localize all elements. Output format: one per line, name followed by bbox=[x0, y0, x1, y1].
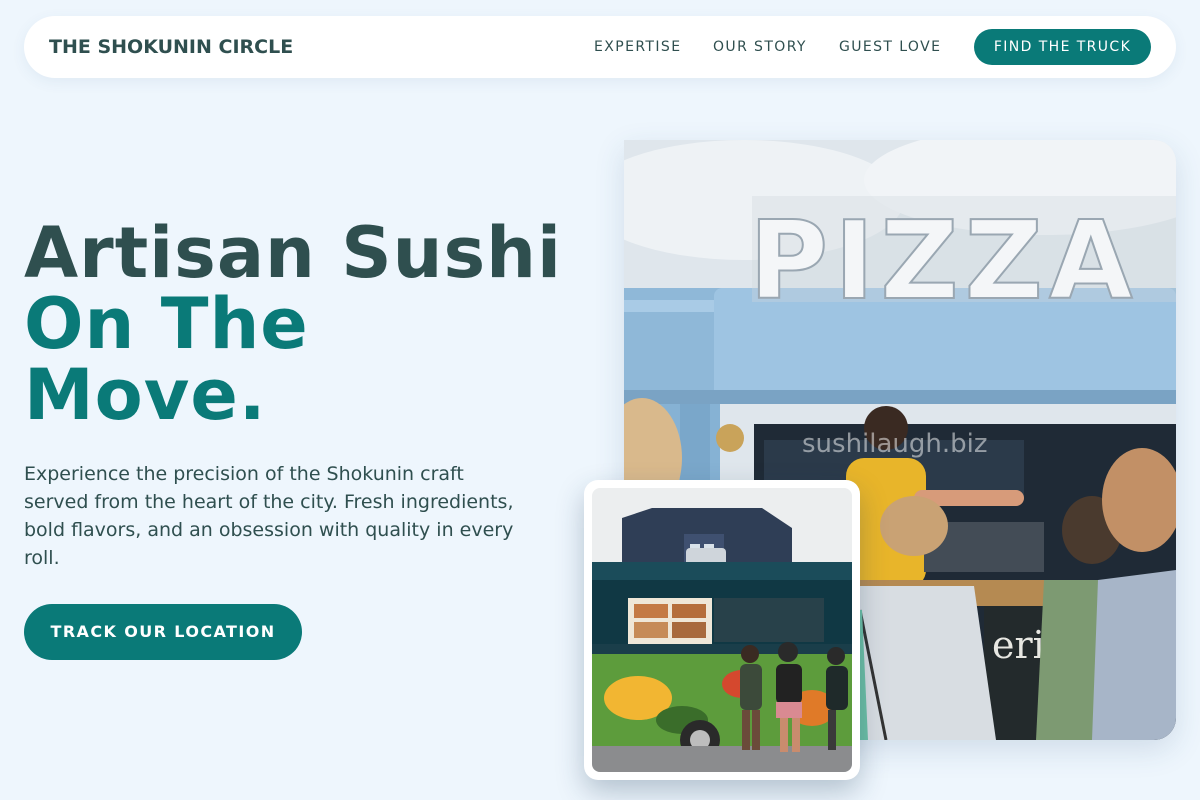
brand-logo[interactable]: THE SHOKUNIN CIRCLE bbox=[49, 16, 293, 78]
hero-title-line-1: Artisan Sushi bbox=[24, 212, 562, 294]
find-the-truck-button[interactable]: FIND THE TRUCK bbox=[974, 29, 1151, 65]
top-navbar: THE SHOKUNIN CIRCLE EXPERTISE OUR STORY … bbox=[24, 16, 1176, 78]
pizza-sign-text: PIZZA bbox=[749, 199, 1139, 324]
nav-link-guest-love[interactable]: GUEST LOVE bbox=[839, 16, 941, 78]
hero-title-line-3: Move. bbox=[24, 354, 267, 436]
hero-title-line-2: On The bbox=[24, 283, 309, 365]
nav-link-expertise[interactable]: EXPERTISE bbox=[594, 16, 681, 78]
pizza-sign: PIZZA bbox=[748, 196, 1176, 325]
food-truck-inset-card bbox=[584, 480, 860, 780]
nav-link-our-story[interactable]: OUR STORY bbox=[713, 16, 807, 78]
food-truck-inset-photo bbox=[592, 488, 852, 772]
hero-description: Experience the precision of the Shokunin… bbox=[24, 463, 514, 569]
main-photo-watermark: sushilaugh.biz bbox=[802, 429, 988, 459]
track-location-button[interactable]: TRACK OUR LOCATION bbox=[24, 604, 302, 660]
hero-title: Artisan Sushi On The Move. bbox=[24, 218, 562, 431]
